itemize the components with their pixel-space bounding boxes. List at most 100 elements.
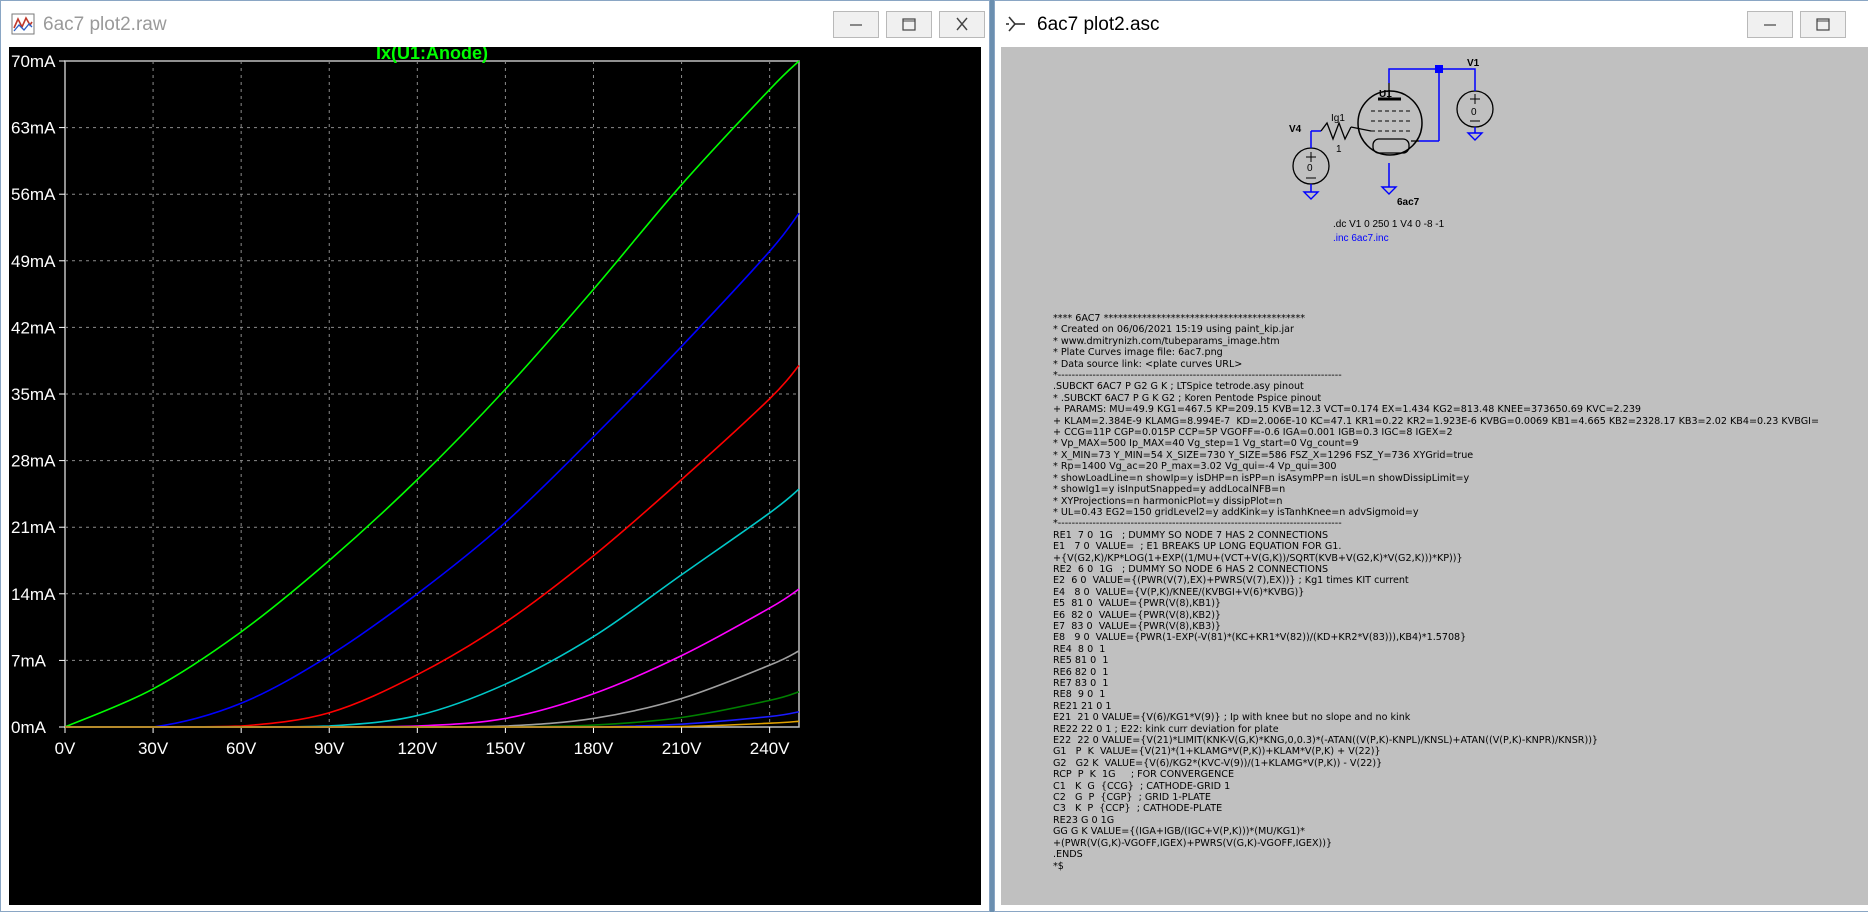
netlist-line: * .SUBCKT 6AC7 P G K G2 ; Koren Pentode …: [1053, 392, 1322, 404]
ground-icon: [1302, 132, 1484, 200]
close-icon: [956, 17, 968, 31]
circuit-diagram[interactable]: 0 V1 0 V4 Ig1 1 U1 6ac7 .dc V1 0 250 1 V…: [1001, 47, 1868, 267]
x-tick-label: 150V: [486, 739, 526, 758]
netlist-line: E1 7 0 VALUE= ; E1 BREAKS UP LONG EQUATI…: [1053, 541, 1342, 553]
waveform-icon: [11, 13, 35, 35]
plot-pane[interactable]: 0mA 7mA 14mA 21mA 28mA 35mA 42mA 49mA 56mA 63mA 70…: [9, 43, 983, 907]
v1-value: 0: [1471, 107, 1477, 118]
anode-current-chart[interactable]: 0mA 7mA 14mA 21mA 28mA 35mA 42mA 49mA 56mA 63mA 70…: [9, 43, 983, 907]
ig1-current-source[interactable]: Ig1 1: [1320, 113, 1352, 155]
minimize-button[interactable]: [1747, 11, 1793, 38]
netlist-line: **** 6AC7 ******************************…: [1053, 313, 1306, 324]
schematic-window[interactable]: 6ac7 plot2.asc 0 V1 0 V4 Ig1 1 U1 6ac7 .…: [994, 0, 1868, 912]
netlist-line: +(PWR(V(G,K)-VGOFF,IGEX)+PWRS(V(G,K)-VGO…: [1053, 837, 1333, 849]
netlist-line: E2 6 0 VALUE={(PWR(V(7),EX)+PWRS(V(7),EX…: [1053, 575, 1409, 587]
x-tick-label: 240V: [750, 739, 790, 758]
x-tick-label: 0V: [55, 739, 76, 758]
netlist-line: RE23 G 0 1G: [1053, 814, 1115, 826]
netlist-line: RCP P K 1G ; FOR CONVERGENCE: [1053, 769, 1235, 781]
series-line-6[interactable]: [65, 691, 800, 728]
netlist-line: G2 G2 K VALUE={V(6)/KG2*(KVC-V(9))/(1+KL…: [1053, 757, 1383, 769]
netlist-line: E8 9 0 VALUE={PWR(1-EXP(-V(81)*(KC+KR1*V…: [1053, 632, 1467, 644]
netlist-line: + KLAM=2.384E-9 KLAMG=8.994E-7 KD=2.006E…: [1053, 415, 1820, 427]
netlist-line: GG G K VALUE={(IGA+IGB/(IGC+V(P,K)))*(MU…: [1053, 826, 1305, 838]
x-tick-label: 210V: [662, 739, 702, 758]
netlist-line: * Data source link: <plate curves URL>: [1053, 358, 1243, 370]
maximize-icon: [1816, 18, 1830, 31]
netlist-line: * UL=0.43 EG2=150 gridLevel2=y addKink=y…: [1053, 506, 1419, 518]
netlist-line: RE22 22 0 1 ; E22: kink curr deviation f…: [1053, 723, 1279, 735]
trace-title[interactable]: Ix(U1:Anode): [376, 43, 488, 63]
x-tick-label: 30V: [138, 739, 169, 758]
include-directive[interactable]: .inc 6ac7.inc: [1333, 233, 1389, 244]
netlist-line: *---------------------------------------…: [1053, 518, 1342, 530]
maximize-button[interactable]: [886, 11, 932, 38]
v4-value: 0: [1307, 163, 1313, 174]
netlist-line: RE21 21 0 1: [1053, 700, 1112, 712]
y-tick-label: 28mA: [11, 452, 56, 471]
netlist-line: *$: [1053, 860, 1064, 872]
maximize-icon: [902, 18, 916, 31]
netlist-line: * showIg1=y isInputSnapped=y addLocalNFB…: [1053, 484, 1286, 496]
netlist-line: * www.dmitrynizh.com/tubeparams_image.ht…: [1053, 335, 1280, 347]
close-button[interactable]: [939, 11, 985, 38]
netlist-line: * Plate Curves image file: 6ac7.png: [1053, 347, 1223, 359]
v4-source[interactable]: 0 V4: [1289, 124, 1330, 185]
netlist-line: E5 81 0 VALUE={PWR(V(8),KB1)}: [1053, 598, 1222, 610]
series-line-4[interactable]: [65, 588, 800, 728]
netlist-line: + PARAMS: MU=49.9 KG1=467.5 KP=209.15 KV…: [1053, 404, 1642, 416]
x-tick-label: 60V: [226, 739, 257, 758]
y-tick-label: 42mA: [11, 318, 56, 337]
schematic-window-title: 6ac7 plot2.asc: [1037, 14, 1160, 35]
netlist-line: E7 83 0 VALUE={PWR(V(8),KB3)}: [1053, 620, 1222, 632]
y-tick-label: 21mA: [11, 518, 56, 537]
netlist-line: C3 K P {CCP} ; CATHODE-PLATE: [1053, 803, 1223, 815]
ig1-label: Ig1: [1331, 113, 1345, 124]
netlist-line: RE8 9 0 1: [1053, 689, 1106, 701]
v4-label: V4: [1289, 124, 1302, 135]
v1-label: V1: [1467, 58, 1480, 69]
netlist-line: C2 G P {CGP} ; GRID 1-PLATE: [1053, 792, 1211, 804]
minimize-button[interactable]: [833, 11, 879, 38]
netlist-line: + CCG=11P CGP=0.015P CCP=5P VGOFF=-0.6 I…: [1053, 427, 1453, 439]
netlist-line: *---------------------------------------…: [1053, 370, 1342, 382]
y-tick-label: 56mA: [11, 185, 56, 204]
netlist-line: * Created on 06/06/2021 15:19 using pain…: [1053, 324, 1294, 336]
plot-window[interactable]: 6ac7 plot2.raw 0mA 7mA 14mA 21mA 28mA 35mA 42m…: [0, 0, 990, 912]
netlist-line: * Vp_MAX=500 Ip_MAX=40 Vg_step=1 Vg_star…: [1053, 438, 1359, 450]
netlist-line: C1 K G {CCG} ; CATHODE-GRID 1: [1053, 780, 1231, 792]
series-line-3[interactable]: [65, 488, 800, 728]
u1-label: U1: [1379, 89, 1392, 100]
u1-part-name: 6ac7: [1397, 197, 1420, 208]
y-tick-label: 63mA: [11, 119, 56, 138]
netlist-line: G1 P K VALUE={V(21)*(1+KLAMG*V(P,K))+KLA…: [1053, 746, 1381, 758]
plot-titlebar[interactable]: 6ac7 plot2.raw: [1, 1, 989, 47]
spice-netlist-comment[interactable]: **** 6AC7 ******************************…: [1053, 313, 1819, 872]
schematic-canvas[interactable]: 0 V1 0 V4 Ig1 1 U1 6ac7 .dc V1 0 250 1 V…: [1001, 47, 1868, 905]
netlist-line: * X_MIN=73 Y_MIN=54 X_SIZE=730 Y_SIZE=58…: [1053, 449, 1474, 461]
y-tick-label: 70mA: [11, 52, 56, 71]
netlist-line: E6 82 0 VALUE={PWR(V(8),KB2)}: [1053, 609, 1222, 621]
maximize-button[interactable]: [1800, 11, 1846, 38]
series-line-2[interactable]: [65, 364, 800, 728]
netlist-line: * showLoadLine=n showIp=y isDHP=n isPP=n…: [1053, 472, 1470, 484]
netlist-line: RE7 83 0 1: [1053, 678, 1109, 689]
y-tick-label: 0mA: [11, 718, 47, 737]
netlist-line: E22 22 0 VALUE={V(21)*LIMIT(KNK-V(G,K)*K…: [1053, 735, 1599, 747]
y-tick-label: 49mA: [11, 252, 56, 271]
u1-pentode-tube[interactable]: U1 6ac7: [1350, 83, 1423, 208]
netlist-line: RE2 6 0 1G ; DUMMY SO NODE 6 HAS 2 CONNE…: [1053, 563, 1329, 575]
series-line-1[interactable]: [65, 212, 800, 728]
x-tick-label: 180V: [574, 739, 614, 758]
y-tick-label: 7mA: [11, 651, 47, 670]
dc-sweep-directive[interactable]: .dc V1 0 250 1 V4 0 -8 -1: [1333, 219, 1445, 230]
netlist-line: * Rp=1400 Vg_ac=20 P_max=3.02 Vg_qui=-4 …: [1053, 461, 1337, 473]
netlist-line: RE1 7 0 1G ; DUMMY SO NODE 7 HAS 2 CONNE…: [1053, 529, 1329, 541]
schematic-icon: [1006, 16, 1025, 32]
x-tick-label: 90V: [314, 739, 345, 758]
netlist-line: RE5 81 0 1: [1053, 655, 1109, 667]
schematic-titlebar[interactable]: 6ac7 plot2.asc: [995, 1, 1868, 47]
plot-window-title: 6ac7 plot2.raw: [43, 14, 167, 35]
netlist-line: * XYProjections=n harmonicPlot=y dissipP…: [1053, 495, 1283, 507]
netlist-line: RE6 82 0 1: [1053, 666, 1109, 678]
